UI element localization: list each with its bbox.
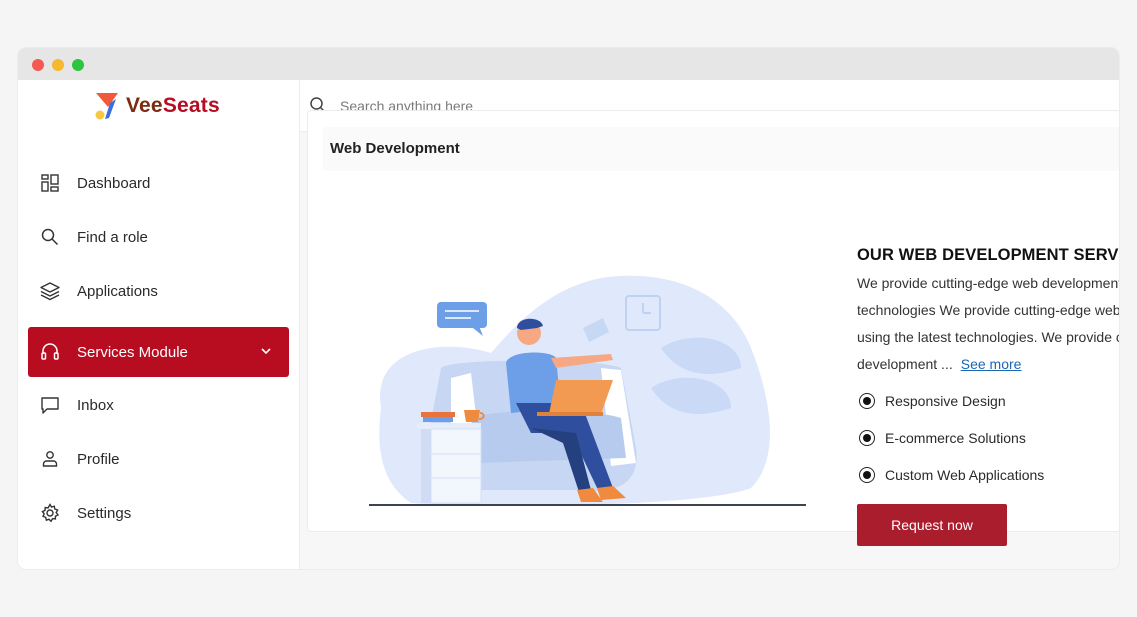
feature-label: E-commerce Solutions <box>885 430 1026 446</box>
bullet-radio-icon <box>859 467 875 483</box>
service-description: We provide cutting-edge web development … <box>857 270 1119 378</box>
bullet-radio-icon <box>859 430 875 446</box>
feature-item: E-commerce Solutions <box>859 430 1026 446</box>
request-now-button[interactable]: Request now <box>857 504 1007 546</box>
card-title: Web Development <box>330 140 460 157</box>
card-header: Web Development <box>323 127 1119 171</box>
service-heading: OUR WEB DEVELOPMENT SERVICES <box>857 246 1119 264</box>
bullet-radio-icon <box>859 393 875 409</box>
feature-item: Custom Web Applications <box>859 467 1044 483</box>
feature-label: Responsive Design <box>885 393 1006 409</box>
developer-illustration <box>369 275 806 506</box>
feature-label: Custom Web Applications <box>885 467 1045 483</box>
see-more-link[interactable]: See more <box>961 356 1022 372</box>
feature-item: Responsive Design <box>859 393 1006 409</box>
